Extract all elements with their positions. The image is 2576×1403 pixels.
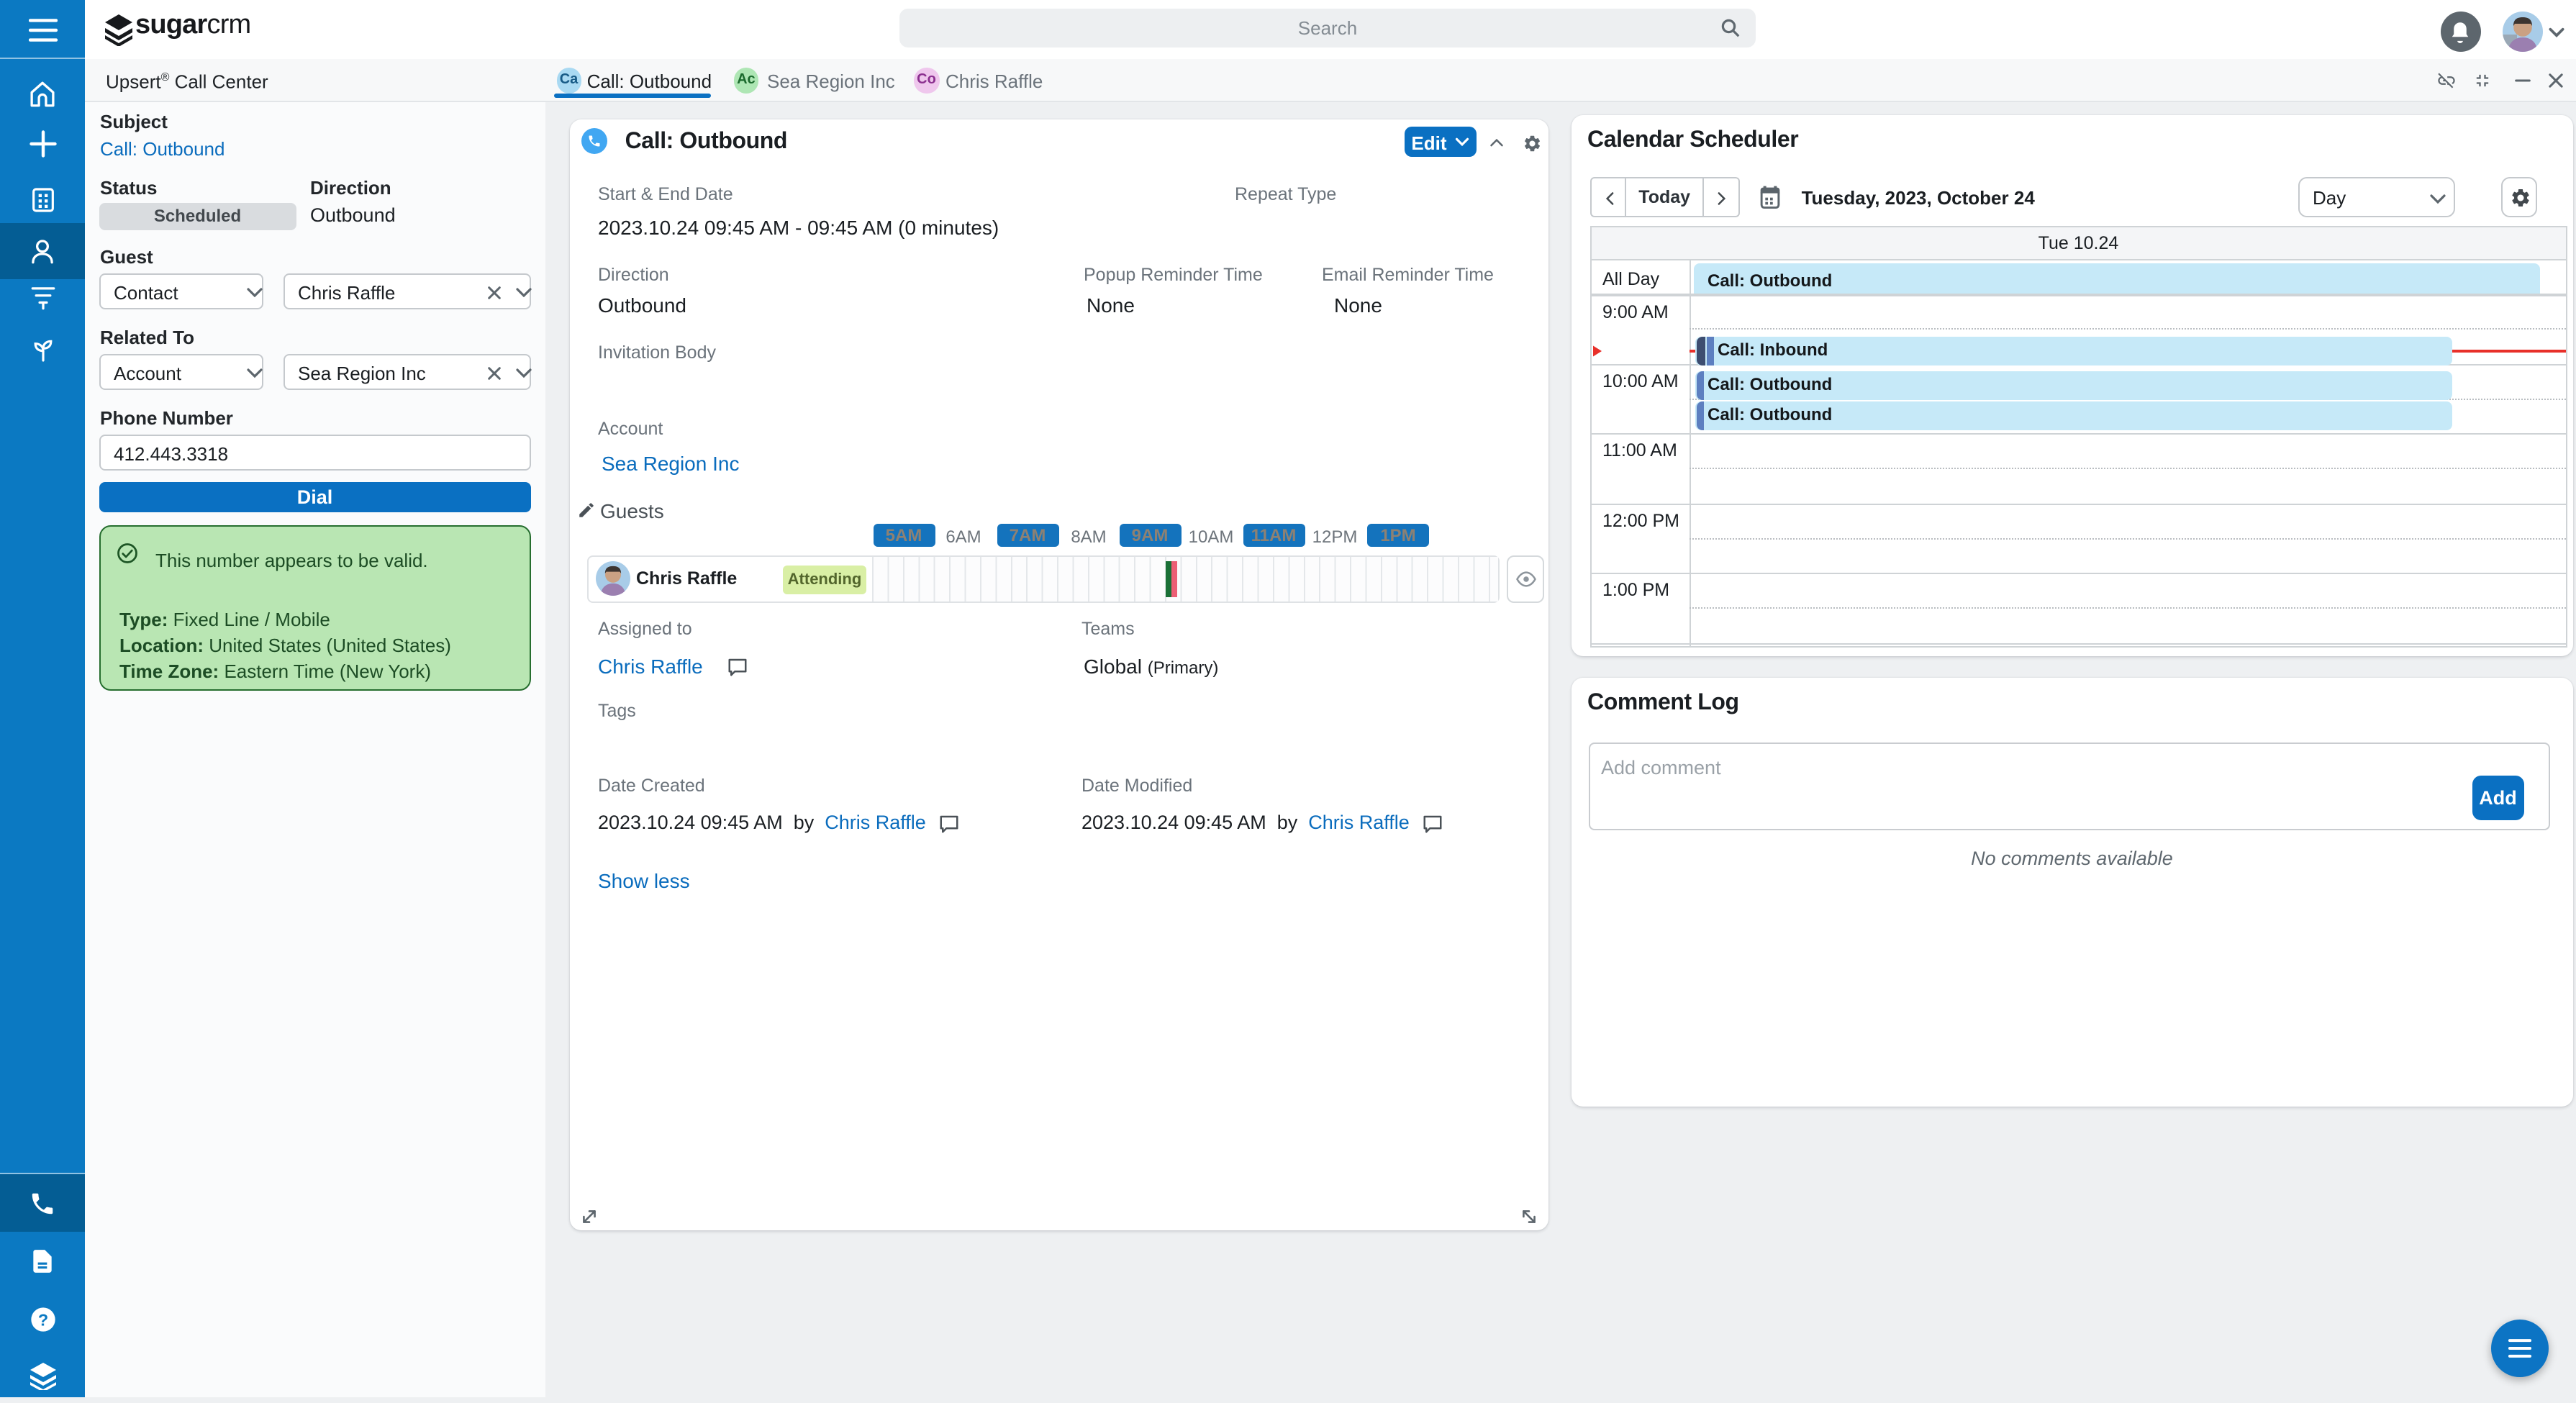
svg-text:?: ? bbox=[37, 1309, 47, 1328]
